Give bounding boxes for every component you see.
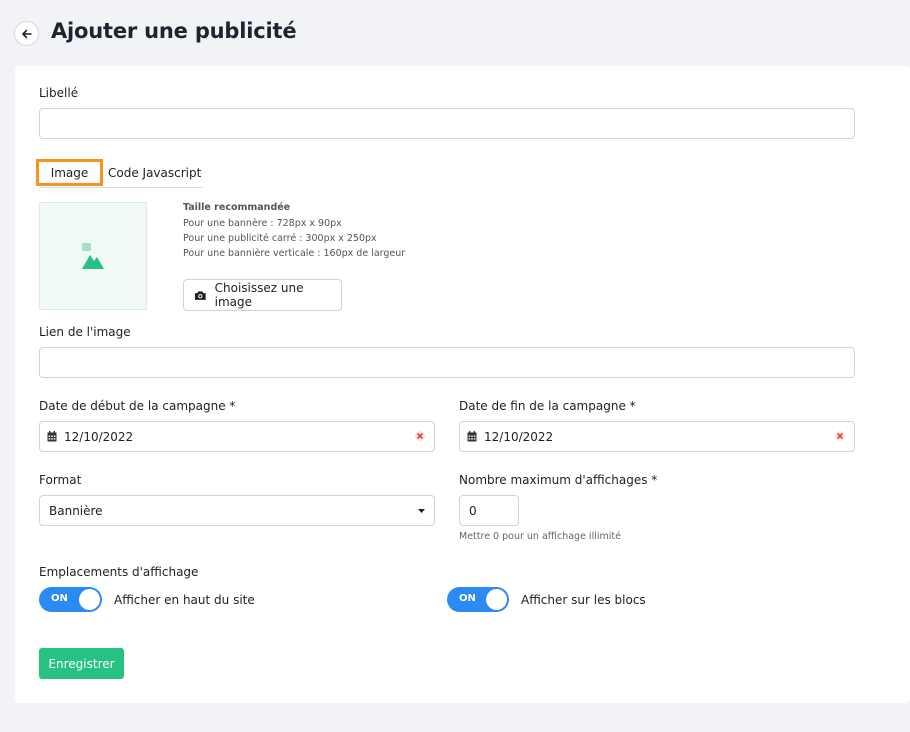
placements-label: Emplacements d'affichage xyxy=(39,565,199,579)
ad-form-card: Libellé Image Code Javascript Taille rec… xyxy=(15,66,910,703)
max-display-hint: Mettre 0 pour un affichage illimité xyxy=(459,531,621,542)
libelle-label: Libellé xyxy=(39,86,79,100)
format-label: Format xyxy=(39,473,82,487)
toggle-state-label: ON xyxy=(459,593,476,604)
tab-image[interactable]: Image xyxy=(36,159,103,186)
choose-image-button[interactable]: Choisissez une image xyxy=(183,279,342,311)
max-display-label: Nombre maximum d'affichages * xyxy=(459,473,658,487)
tab-image-label: Image xyxy=(50,165,89,180)
toggle-blocks-label: Afficher sur les blocs xyxy=(521,593,646,607)
end-date-label: Date de fin de la campagne * xyxy=(459,399,636,413)
start-date-label: Date de début de la campagne * xyxy=(39,399,236,413)
toggle-top-site-label: Afficher en haut du site xyxy=(114,593,255,607)
calendar-icon xyxy=(467,431,477,442)
start-date-value: 12/10/2022 xyxy=(64,429,134,444)
end-date-value: 12/10/2022 xyxy=(484,429,554,444)
size-info-vertical: Pour une bannière verticale : 160px de l… xyxy=(183,248,406,259)
save-button[interactable]: Enregistrer xyxy=(39,648,124,679)
image-link-label: Lien de l'image xyxy=(39,325,131,339)
start-date-input[interactable]: 12/10/2022 xyxy=(39,421,435,452)
max-display-input[interactable]: 0 xyxy=(459,495,519,526)
back-button[interactable] xyxy=(14,21,39,46)
arrow-left-icon xyxy=(21,29,32,38)
format-select[interactable]: Bannière xyxy=(39,495,435,526)
camera-icon xyxy=(194,290,206,300)
clear-end-date-icon[interactable] xyxy=(835,431,845,441)
format-selected-value: Bannière xyxy=(49,503,103,518)
image-link-input[interactable] xyxy=(39,347,855,378)
max-display-value: 0 xyxy=(469,503,477,518)
clear-start-date-icon[interactable] xyxy=(415,431,425,441)
page-title: Ajouter une publicité xyxy=(51,19,297,43)
end-date-input[interactable]: 12/10/2022 xyxy=(459,421,855,452)
image-placeholder-icon xyxy=(82,243,104,269)
caret-down-icon xyxy=(418,509,425,513)
toggle-knob xyxy=(79,589,100,610)
toggle-knob xyxy=(486,589,507,610)
size-info-square: Pour une publicité carré : 300px x 250px xyxy=(183,233,377,244)
toggle-blocks[interactable]: ON xyxy=(447,587,509,612)
libelle-input[interactable] xyxy=(39,108,855,139)
tab-code-javascript[interactable]: Code Javascript xyxy=(108,166,201,180)
toggle-top-site[interactable]: ON xyxy=(39,587,102,612)
choose-image-label: Choisissez une image xyxy=(214,281,304,309)
image-preview xyxy=(39,202,147,310)
tabs-divider xyxy=(39,187,203,188)
calendar-icon xyxy=(47,431,57,442)
size-info-banner: Pour une bannère : 728px x 90px xyxy=(183,218,342,229)
toggle-state-label: ON xyxy=(51,593,68,604)
size-info-title: Taille recommandée xyxy=(183,202,291,213)
